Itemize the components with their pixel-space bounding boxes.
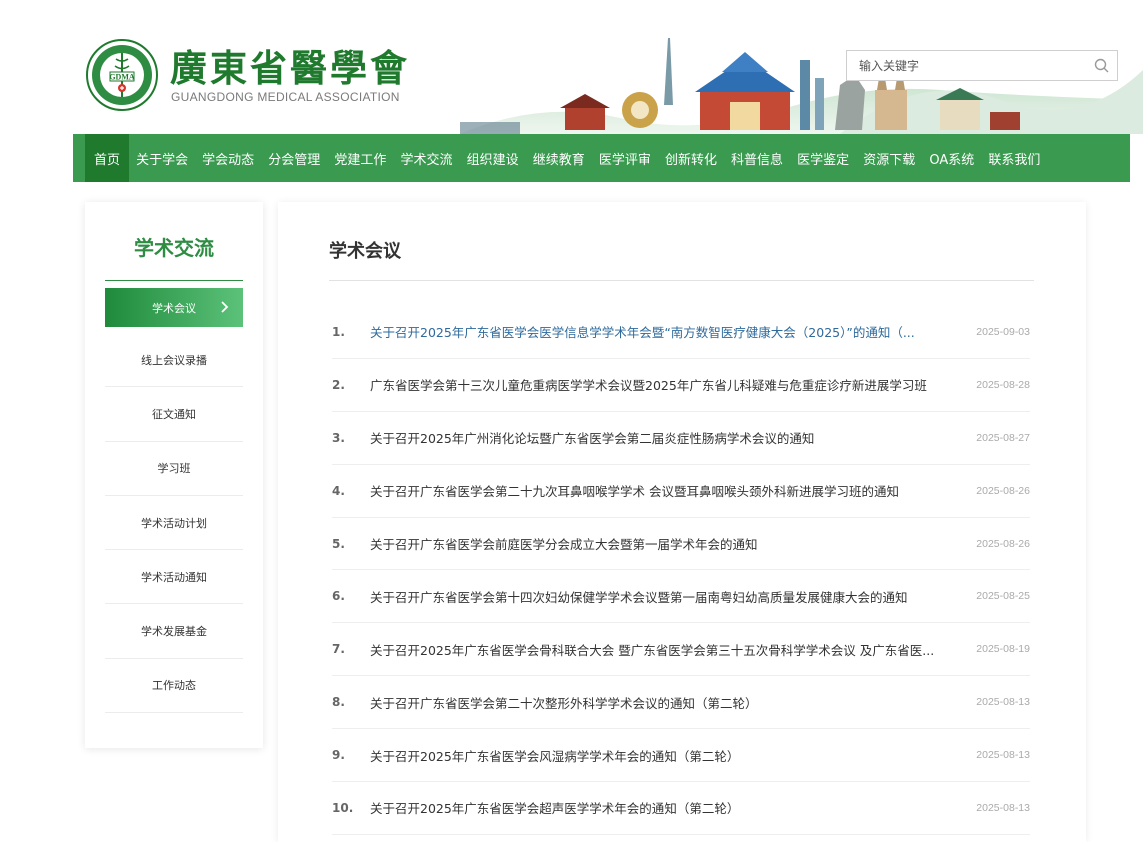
svg-text:GDMA: GDMA xyxy=(109,73,135,82)
nav-item-news[interactable]: 学会动态 xyxy=(195,134,261,182)
search-icon[interactable] xyxy=(1093,57,1111,75)
sidebar-item-development-fund[interactable]: 学术发展基金 xyxy=(105,604,243,659)
nav-item-oa-system[interactable]: OA系统 xyxy=(922,134,981,182)
search-box xyxy=(846,50,1118,81)
nav-item-organization[interactable]: 组织建设 xyxy=(460,134,526,182)
guangzhou-skyline-illustration xyxy=(460,38,1143,134)
nav-item-medical-review[interactable]: 医学评审 xyxy=(592,134,658,182)
list-item[interactable]: 4. 关于召开广东省医学会第二十九次耳鼻咽喉学学术 会议暨耳鼻咽喉头颈外科新进展… xyxy=(332,465,1030,518)
logo-english-name: GUANGDONG MEDICAL ASSOCIATION xyxy=(171,90,400,104)
item-title-link[interactable]: 关于召开2025年广东省医学会骨科联合大会 暨广东省医学会第三十五次骨科学学术会… xyxy=(370,640,950,659)
sidebar-menu: 学术会议 线上会议录播 征文通知 学习班 学术活动计划 学术活动通知 学术发展基… xyxy=(105,288,243,714)
list-item[interactable]: 8. 关于召开广东省医学会第二十次整形外科学学术会议的通知（第二轮） 2025-… xyxy=(332,676,1030,730)
nav-item-about[interactable]: 关于学会 xyxy=(129,134,195,182)
item-number: 1. xyxy=(332,324,345,339)
logo-chinese-name[interactable]: 廣東省醫學會 xyxy=(170,46,410,90)
list-item[interactable]: 9. 关于召开2025年广东省医学会风湿病学学术年会的通知（第二轮） 2025-… xyxy=(332,729,1030,783)
item-title-link[interactable]: 关于召开广东省医学会第十四次妇幼保健学学术会议暨第一届南粤妇幼高质量发展健康大会… xyxy=(370,587,950,606)
item-title-link[interactable]: 关于召开广东省医学会第二十九次耳鼻咽喉学学术 会议暨耳鼻咽喉头颈外科新进展学习班… xyxy=(370,481,950,500)
nav-item-home[interactable]: 首页 xyxy=(85,134,130,182)
item-date: 2025-09-03 xyxy=(976,325,1030,338)
item-date: 2025-08-13 xyxy=(976,749,1030,762)
sidebar-item-label: 学术会议 xyxy=(152,301,196,315)
sidebar-item-online-recordings[interactable]: 线上会议录播 xyxy=(105,333,243,388)
title-divider xyxy=(329,280,1034,281)
item-number: 6. xyxy=(332,589,345,604)
sidebar-item-call-for-papers[interactable]: 征文通知 xyxy=(105,387,243,442)
list-item[interactable]: 3. 关于召开2025年广州消化论坛暨广东省医学会第二届炎症性肠病学术会议的通知… xyxy=(332,412,1030,465)
sidebar: 学术交流 学术会议 线上会议录播 征文通知 学习班 学术活动计划 学术活动通知 … xyxy=(85,202,263,748)
item-title-link[interactable]: 关于召开广东省医学会前庭医学分会成立大会暨第一届学术年会的通知 xyxy=(370,534,950,553)
main-content: 学术会议 1. 关于召开2025年广东省医学会医学信息学学术年会暨“南方数智医疗… xyxy=(278,202,1086,842)
item-date: 2025-08-26 xyxy=(976,484,1030,497)
item-number: 9. xyxy=(332,748,345,763)
nav-item-downloads[interactable]: 资源下载 xyxy=(856,134,922,182)
nav-item-medical-appraisal[interactable]: 医学鉴定 xyxy=(790,134,856,182)
item-title-link[interactable]: 关于召开2025年广东省医学会风湿病学学术年会的通知（第二轮） xyxy=(370,746,950,765)
item-date: 2025-08-19 xyxy=(976,643,1030,656)
nav-item-academic-exchange[interactable]: 学术交流 xyxy=(393,134,459,182)
sidebar-title: 学术交流 xyxy=(134,236,214,260)
item-date: 2025-08-26 xyxy=(976,537,1030,550)
list-item[interactable]: 6. 关于召开广东省医学会第十四次妇幼保健学学术会议暨第一届南粤妇幼高质量发展健… xyxy=(332,570,1030,624)
item-number: 2. xyxy=(332,377,345,392)
sidebar-item-activity-notices[interactable]: 学术活动通知 xyxy=(105,550,243,605)
list-item[interactable]: 7. 关于召开2025年广东省医学会骨科联合大会 暨广东省医学会第三十五次骨科学… xyxy=(332,623,1030,677)
nav-item-continuing-education[interactable]: 继续教育 xyxy=(526,134,592,182)
sidebar-item-work-updates[interactable]: 工作动态 xyxy=(105,659,243,714)
main-nav: 首页 关于学会 学会动态 分会管理 党建工作 学术交流 组织建设 继续教育 医学… xyxy=(73,134,1130,182)
sidebar-item-training-courses[interactable]: 学习班 xyxy=(105,442,243,496)
nav-item-contact[interactable]: 联系我们 xyxy=(981,134,1047,182)
item-date: 2025-08-13 xyxy=(976,801,1030,814)
item-number: 3. xyxy=(332,430,345,445)
list-item[interactable]: 2. 广东省医学会第十三次儿童危重病医学学术会议暨2025年广东省儿科疑难与危重… xyxy=(332,359,1030,412)
chevron-right-icon xyxy=(221,301,229,313)
item-date: 2025-08-27 xyxy=(976,431,1030,444)
sidebar-item-activity-plan[interactable]: 学术活动计划 xyxy=(105,496,243,551)
page-title: 学术会议 xyxy=(329,241,401,262)
article-list: 1. 关于召开2025年广东省医学会医学信息学学术年会暨“南方数智医疗健康大会（… xyxy=(332,306,1030,835)
item-number: 7. xyxy=(332,642,345,657)
item-number: 4. xyxy=(332,483,345,498)
site-header: GDMA 廣東省醫學會 GUANGDONG MEDICAL ASSOCIATIO… xyxy=(0,0,1143,134)
item-number: 5. xyxy=(332,536,345,551)
item-title-link[interactable]: 关于召开广东省医学会第二十次整形外科学学术会议的通知（第二轮） xyxy=(370,693,950,712)
gdma-emblem-icon[interactable]: GDMA xyxy=(86,39,158,111)
item-title-link[interactable]: 关于召开2025年广东省医学会医学信息学学术年会暨“南方数智医疗健康大会（202… xyxy=(370,322,950,341)
list-item[interactable]: 5. 关于召开广东省医学会前庭医学分会成立大会暨第一届学术年会的通知 2025-… xyxy=(332,518,1030,571)
sidebar-divider xyxy=(105,280,243,281)
item-date: 2025-08-25 xyxy=(976,590,1030,603)
item-title-link[interactable]: 广东省医学会第十三次儿童危重病医学学术会议暨2025年广东省儿科疑难与危重症诊疗… xyxy=(370,375,950,394)
nav-item-science-popularization[interactable]: 科普信息 xyxy=(724,134,790,182)
list-item[interactable]: 1. 关于召开2025年广东省医学会医学信息学学术年会暨“南方数智医疗健康大会（… xyxy=(332,306,1030,359)
search-input[interactable] xyxy=(847,51,1087,80)
item-title-link[interactable]: 关于召开2025年广东省医学会超声医学学术年会的通知（第二轮） xyxy=(370,798,950,817)
item-date: 2025-08-28 xyxy=(976,378,1030,391)
nav-item-innovation[interactable]: 创新转化 xyxy=(658,134,724,182)
nav-item-branch-management[interactable]: 分会管理 xyxy=(261,134,327,182)
sidebar-item-academic-conference[interactable]: 学术会议 xyxy=(105,288,243,327)
item-title-link[interactable]: 关于召开2025年广州消化论坛暨广东省医学会第二届炎症性肠病学术会议的通知 xyxy=(370,428,950,447)
item-date: 2025-08-13 xyxy=(976,696,1030,709)
item-number: 10. xyxy=(332,800,354,815)
item-number: 8. xyxy=(332,695,345,710)
list-item[interactable]: 10. 关于召开2025年广东省医学会超声医学学术年会的通知（第二轮） 2025… xyxy=(332,782,1030,835)
nav-item-party-building[interactable]: 党建工作 xyxy=(327,134,393,182)
